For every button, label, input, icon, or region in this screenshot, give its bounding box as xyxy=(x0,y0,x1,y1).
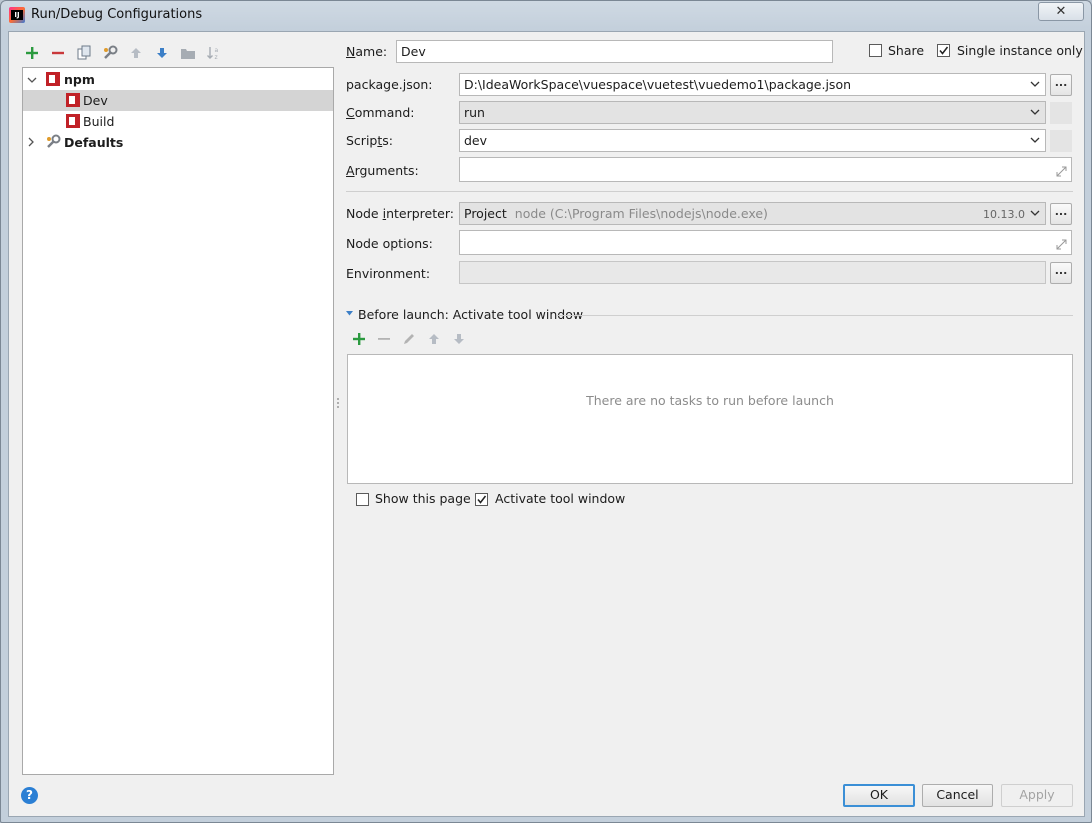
npm-icon xyxy=(66,114,80,128)
edit-task-pencil-icon[interactable] xyxy=(402,332,416,346)
chevron-down-icon xyxy=(1030,137,1040,143)
expand-icon[interactable] xyxy=(1056,166,1067,177)
defaults-wrench-icon xyxy=(47,134,61,148)
command-combo[interactable]: run xyxy=(459,101,1046,124)
node-interpreter-label: Node interpreter: xyxy=(346,206,454,221)
package-json-combo[interactable]: D:\IdeaWorkSpace\vuespace\vuetest\vuedem… xyxy=(459,73,1046,96)
node-interpreter-combo[interactable]: Project node (C:\Program Files\nodejs\no… xyxy=(459,202,1046,225)
before-launch-separator xyxy=(557,315,1073,316)
node-options-field[interactable] xyxy=(459,230,1072,255)
tasks-empty-message: There are no tasks to run before launch xyxy=(586,393,834,408)
before-launch-title: Before launch: Activate tool window xyxy=(358,307,584,322)
tree-label-dev: Dev xyxy=(83,93,108,108)
node-interpreter-browse-button[interactable]: ... xyxy=(1050,203,1072,225)
move-up-icon[interactable] xyxy=(127,44,145,62)
scripts-combo[interactable]: dev xyxy=(459,129,1046,152)
show-this-page-label: Show this page xyxy=(375,491,471,506)
expand-icon[interactable] xyxy=(1056,239,1067,250)
config-toolbar: az xyxy=(23,42,223,64)
tree-node-build[interactable]: Build xyxy=(23,111,333,132)
apply-button[interactable]: Apply xyxy=(1001,784,1073,807)
copy-icon[interactable] xyxy=(75,44,93,62)
show-this-page-checkbox[interactable] xyxy=(356,493,369,506)
dialog-content: az npm Dev Build Defaults Name: Dev Shar… xyxy=(8,31,1085,817)
svg-text:z: z xyxy=(215,54,218,61)
package-json-label: package.json: xyxy=(346,77,433,92)
before-launch-task-list[interactable]: There are no tasks to run before launch xyxy=(347,354,1073,484)
environment-label: Environment: xyxy=(346,266,431,281)
node-version-badge: 10.13.0 xyxy=(983,208,1025,221)
section-separator xyxy=(346,191,1073,192)
dialog-window: Run/Debug Configurations ✕ xyxy=(0,0,1092,823)
scripts-spacer xyxy=(1050,130,1072,152)
node-interpreter-path: node (C:\Program Files\nodejs\node.exe) xyxy=(514,206,768,221)
npm-icon xyxy=(66,93,80,107)
name-field[interactable]: Dev xyxy=(396,40,833,63)
before-launch-toolbar xyxy=(352,332,466,346)
package-json-value: D:\IdeaWorkSpace\vuespace\vuetest\vuedem… xyxy=(464,77,852,92)
svg-text:a: a xyxy=(215,47,219,54)
sort-alphabetically-icon[interactable]: az xyxy=(205,44,223,62)
edit-defaults-wrench-icon[interactable] xyxy=(101,44,119,62)
window-title: Run/Debug Configurations xyxy=(31,7,203,22)
intellij-app-icon xyxy=(9,7,25,23)
node-interpreter-project: Project xyxy=(464,206,507,221)
node-options-label: Node options: xyxy=(346,236,433,251)
single-instance-checkbox[interactable] xyxy=(937,44,950,57)
arguments-field[interactable] xyxy=(459,157,1072,182)
tree-label-defaults: Defaults xyxy=(64,135,124,150)
remove-icon[interactable] xyxy=(49,44,67,62)
title-bar[interactable]: Run/Debug Configurations ✕ xyxy=(1,1,1091,31)
package-json-browse-button[interactable]: ... xyxy=(1050,74,1072,96)
tree-node-dev[interactable]: Dev xyxy=(23,90,333,111)
scripts-value: dev xyxy=(464,133,488,148)
environment-field[interactable] xyxy=(459,261,1046,284)
scripts-label: Scripts: xyxy=(346,133,393,148)
command-value: run xyxy=(464,105,485,120)
add-icon[interactable] xyxy=(23,44,41,62)
activate-tool-window-label: Activate tool window xyxy=(495,491,626,506)
tree-label-build: Build xyxy=(83,114,115,129)
folder-icon[interactable] xyxy=(179,44,197,62)
collapse-triangle-icon[interactable] xyxy=(346,310,354,318)
move-down-icon[interactable] xyxy=(153,44,171,62)
chevron-down-icon[interactable] xyxy=(27,75,37,85)
npm-icon xyxy=(46,72,60,86)
command-spacer xyxy=(1050,102,1072,124)
splitter-grip-icon[interactable] xyxy=(336,397,340,411)
tree-node-defaults[interactable]: Defaults xyxy=(23,132,333,153)
environment-browse-button[interactable]: ... xyxy=(1050,262,1072,284)
tree-label-npm: npm xyxy=(64,72,95,87)
chevron-right-icon[interactable] xyxy=(26,137,36,147)
command-label: Command: xyxy=(346,105,415,120)
tree-node-npm[interactable]: npm xyxy=(23,69,333,90)
remove-task-icon[interactable] xyxy=(377,332,391,346)
share-checkbox[interactable] xyxy=(869,44,882,57)
configurations-tree[interactable]: npm Dev Build Defaults xyxy=(22,67,334,775)
arguments-label: Arguments: xyxy=(346,163,419,178)
ok-button[interactable]: OK xyxy=(843,784,915,807)
single-instance-label: Single instance only xyxy=(957,43,1083,58)
move-task-down-icon[interactable] xyxy=(452,332,466,346)
window-close-button[interactable]: ✕ xyxy=(1038,2,1084,21)
help-icon[interactable]: ? xyxy=(21,787,38,804)
name-label: Name: xyxy=(346,44,388,59)
cancel-button[interactable]: Cancel xyxy=(922,784,993,807)
chevron-down-icon xyxy=(1030,81,1040,87)
chevron-down-icon xyxy=(1030,210,1040,216)
add-task-icon[interactable] xyxy=(352,332,366,346)
activate-tool-window-checkbox[interactable] xyxy=(475,493,488,506)
chevron-down-icon xyxy=(1030,109,1040,115)
move-task-up-icon[interactable] xyxy=(427,332,441,346)
share-label: Share xyxy=(888,43,925,58)
